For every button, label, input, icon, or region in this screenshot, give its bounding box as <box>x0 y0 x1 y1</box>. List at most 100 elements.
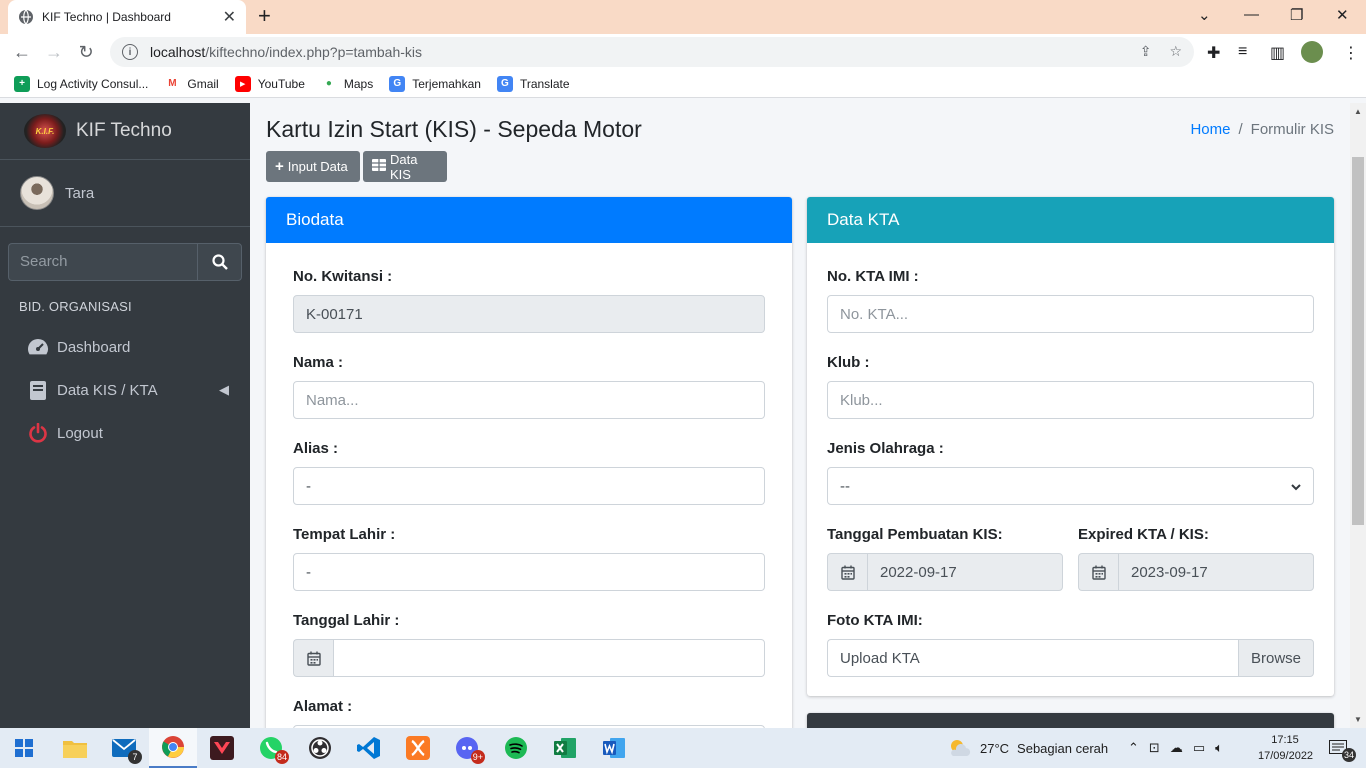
taskbar-xampp[interactable] <box>394 728 442 768</box>
taskbar-obs[interactable] <box>296 728 344 768</box>
window-close-icon[interactable]: ✕ <box>1336 6 1349 24</box>
no-kta-label: No. KTA IMI : <box>827 268 919 285</box>
extensions-icon[interactable]: ✚ <box>1207 43 1220 63</box>
sidebar-search-button[interactable] <box>197 243 242 281</box>
notification-center[interactable]: 34 <box>1318 728 1358 768</box>
no-kta-input[interactable]: No. KTA... <box>827 295 1314 333</box>
volume-icon[interactable]: 🔈︎ <box>1215 740 1223 756</box>
taskbar-mail[interactable]: 7 <box>100 728 148 768</box>
bookmark-gmail[interactable]: M Gmail <box>164 75 219 92</box>
tachometer-icon <box>27 336 49 358</box>
tab-close-icon[interactable]: ✕ <box>223 7 236 27</box>
sidebar-item-data-kis-kta[interactable]: Data KIS / KTA ◀ <box>27 372 237 408</box>
profile-avatar[interactable] <box>1301 41 1323 63</box>
alias-input[interactable]: - <box>293 467 765 505</box>
scrollbar-thumb[interactable] <box>1352 157 1364 525</box>
bookmark-log-activity[interactable]: + Log Activity Consul... <box>14 75 148 92</box>
forward-icon[interactable]: → <box>42 40 66 64</box>
start-button[interactable] <box>0 728 48 768</box>
klub-input[interactable]: Klub... <box>827 381 1314 419</box>
expired-input[interactable]: 2023-09-17 <box>1118 553 1314 591</box>
new-tab-icon[interactable]: + <box>258 5 271 27</box>
taskbar-discord[interactable]: 9+ <box>443 728 491 768</box>
taskbar-valorant[interactable] <box>198 728 246 768</box>
sidebar-item-dashboard[interactable]: Dashboard <box>27 329 237 365</box>
restore-icon[interactable]: ❐ <box>1290 6 1303 24</box>
expired-label: Expired KTA / KIS: <box>1078 526 1209 543</box>
jenis-olahraga-value: -- <box>840 477 850 495</box>
translate-icon: G <box>389 75 406 92</box>
data-kta-card-header: Data KTA <box>807 197 1334 243</box>
site-info-icon[interactable]: i <box>122 44 138 60</box>
taskbar-chrome[interactable] <box>149 728 197 768</box>
brand-logo: K.I.F. <box>24 114 66 148</box>
media-control-icon[interactable]: ≡ <box>1238 43 1247 61</box>
bookmark-youtube[interactable]: ▶ YouTube <box>234 75 305 92</box>
input-data-button[interactable]: + Input Data <box>266 151 360 182</box>
tanggal-pembuatan-label: Tanggal Pembuatan KIS: <box>827 526 1003 543</box>
taskbar-word[interactable] <box>590 728 638 768</box>
partly-sunny-icon <box>951 740 971 756</box>
network-icon[interactable]: ▭ <box>1193 740 1205 756</box>
brand-link[interactable]: K.I.F. KIF Techno <box>0 103 250 160</box>
taskbar-file-explorer[interactable] <box>51 728 99 768</box>
side-panel-icon[interactable]: ▥ <box>1270 43 1285 63</box>
nama-input[interactable]: Nama... <box>293 381 765 419</box>
chevron-up-icon[interactable]: ⌃ <box>1128 740 1139 756</box>
url-path: /kiftechno/index.php?p=tambah-kis <box>205 44 423 60</box>
reload-icon[interactable]: ↻ <box>74 40 98 64</box>
sidebar-search-input[interactable]: Search <box>8 243 197 281</box>
sidebar: K.I.F. KIF Techno Tara Search BID. ORGAN… <box>0 103 250 728</box>
taskbar-vscode[interactable] <box>345 728 393 768</box>
tanggal-pembuatan-input[interactable]: 2022-09-17 <box>867 553 1063 591</box>
bookmark-terjemahkan[interactable]: G Terjemahkan <box>389 75 481 92</box>
scroll-down-icon[interactable]: ▼ <box>1354 715 1362 724</box>
weather-widget[interactable]: 27°C Sebagian cerah <box>947 728 1108 768</box>
taskbar-whatsapp[interactable]: 84 <box>247 728 295 768</box>
menu-icon[interactable]: ⋮ <box>1343 43 1359 63</box>
bookmark-translate[interactable]: G Translate <box>496 75 570 92</box>
share-icon[interactable]: ⇪ <box>1140 43 1152 60</box>
foto-kta-filename[interactable]: Upload KTA <box>827 639 1238 677</box>
bookmark-star-icon[interactable]: ☆ <box>1169 43 1182 60</box>
taskbar: 7 84 9+ 27°C Sebagian cerah ⌃ ⊡ ☁ ▭ 🔈︎ 1… <box>0 728 1366 768</box>
gmail-icon: M <box>164 75 181 92</box>
bookmarks-bar: + Log Activity Consul... M Gmail ▶ YouTu… <box>0 70 1366 98</box>
jenis-olahraga-select[interactable]: -- <box>827 467 1314 505</box>
klub-label: Klub : <box>827 354 870 371</box>
taskbar-excel[interactable] <box>541 728 589 768</box>
breadcrumb-home[interactable]: Home <box>1190 121 1230 138</box>
camera-icon[interactable]: ⊡ <box>1149 740 1160 756</box>
page-scrollbar[interactable]: ▲ ▼ <box>1350 103 1366 728</box>
cloud-icon[interactable]: ☁ <box>1170 740 1183 756</box>
foto-kta-upload[interactable]: Upload KTA Browse <box>827 639 1314 677</box>
data-kis-button[interactable]: Data KIS <box>363 151 447 182</box>
nav-header: BID. ORGANISASI <box>19 299 132 314</box>
input-data-label: Input Data <box>287 159 348 174</box>
breadcrumb-current: Formulir KIS <box>1250 121 1334 138</box>
bookmark-maps[interactable]: ● Maps <box>320 75 373 92</box>
back-icon[interactable]: ← <box>10 40 34 64</box>
minimize-icon[interactable]: — <box>1244 6 1259 23</box>
tab-search-icon[interactable]: ⌄ <box>1198 6 1211 24</box>
bookmark-label: Gmail <box>187 76 219 91</box>
clock[interactable]: 17:15 17/09/2022 <box>1258 732 1313 764</box>
user-panel[interactable]: Tara <box>0 160 250 227</box>
kwitansi-input[interactable]: K-00171 <box>293 295 765 333</box>
tempat-lahir-input[interactable]: - <box>293 553 765 591</box>
excel-icon <box>554 738 576 758</box>
sheets-icon: + <box>14 75 30 92</box>
address-bar[interactable]: i localhost /kiftechno/index.php?p=tamba… <box>110 37 1194 67</box>
calendar-icon <box>1078 553 1118 591</box>
nama-label: Nama : <box>293 354 344 371</box>
scroll-up-icon[interactable]: ▲ <box>1354 107 1362 116</box>
taskbar-spotify[interactable] <box>492 728 540 768</box>
data-kta-card: Data KTA No. KTA IMI : No. KTA... Klub :… <box>807 197 1334 696</box>
browse-button[interactable]: Browse <box>1238 639 1314 677</box>
tanggal-lahir-input[interactable] <box>333 639 765 677</box>
search-icon <box>211 254 228 270</box>
url-host: localhost <box>150 44 206 60</box>
obs-icon <box>309 737 331 759</box>
sidebar-item-logout[interactable]: Logout <box>27 415 237 451</box>
browser-tab[interactable]: KIF Techno | Dashboard ✕ <box>8 0 246 34</box>
